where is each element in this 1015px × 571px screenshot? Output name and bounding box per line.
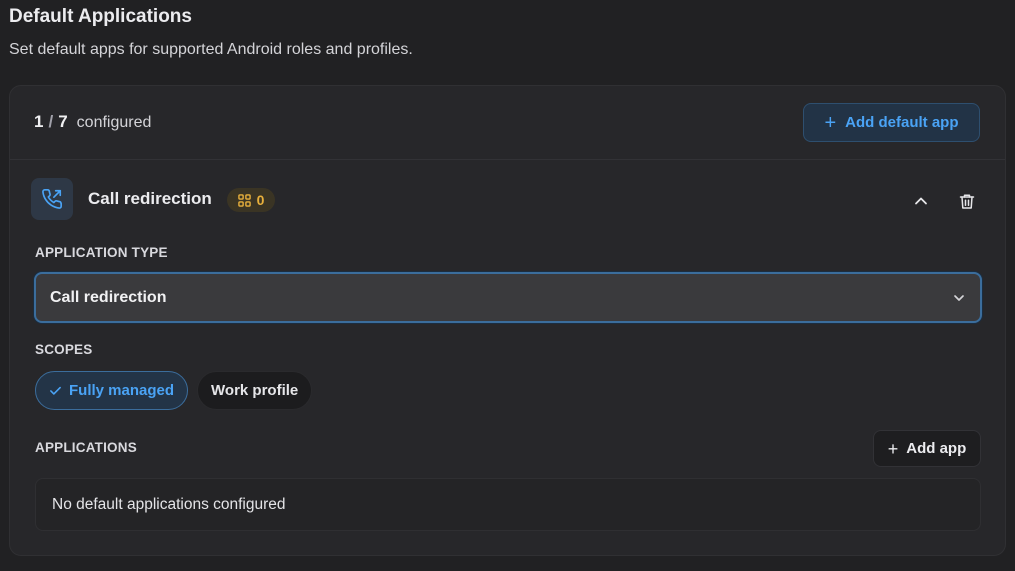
application-type-select[interactable]: Call redirection (34, 272, 982, 323)
add-app-label: Add app (906, 440, 967, 457)
phone-forward-icon (42, 189, 62, 209)
plus-icon: + (887, 438, 899, 459)
chevron-down-icon (954, 294, 964, 301)
page-title: Default Applications (9, 6, 192, 27)
applications-empty-state: No default applications configured (35, 478, 981, 531)
app-count-badge: 0 (227, 188, 275, 212)
total-number: 7 (58, 112, 68, 131)
scope-chips: Fully managed Work profile (35, 371, 313, 410)
add-default-app-button[interactable]: + Add default app (803, 103, 980, 142)
card-header: 1 / 7 configured + Add default app (10, 86, 1005, 160)
scope-chip-label: Work profile (211, 382, 299, 399)
scope-chip-fully-managed[interactable]: Fully managed (35, 371, 189, 410)
configured-count: 1 / 7 configured (34, 112, 151, 132)
grid-icon (237, 193, 251, 207)
role-title: Call redirection (88, 189, 212, 208)
add-default-app-label: Add default app (845, 114, 959, 131)
scopes-label: SCOPES (35, 342, 93, 357)
chevron-up-icon (915, 197, 927, 205)
empty-state-text: No default applications configured (52, 495, 286, 513)
role-icon-container (31, 178, 73, 220)
application-type-label: APPLICATION TYPE (35, 245, 168, 260)
configured-number: 1 (34, 112, 44, 131)
count-separator: / (48, 112, 54, 131)
add-app-button[interactable]: + Add app (873, 430, 981, 467)
plus-icon: + (824, 111, 837, 134)
application-type-value: Call redirection (50, 288, 167, 306)
page-subtitle: Set default apps for supported Android r… (9, 41, 413, 58)
default-apps-card: 1 / 7 configured + Add default app Call … (9, 85, 1006, 556)
trash-icon (959, 193, 975, 209)
scope-chip-work-profile[interactable]: Work profile (197, 371, 313, 410)
check-icon (50, 386, 61, 395)
delete-button[interactable] (956, 190, 978, 212)
app-count-value: 0 (256, 192, 265, 208)
applications-label: APPLICATIONS (35, 440, 137, 455)
collapse-button[interactable] (910, 190, 932, 212)
configured-label: configured (76, 114, 152, 131)
scope-chip-label: Fully managed (69, 382, 175, 399)
